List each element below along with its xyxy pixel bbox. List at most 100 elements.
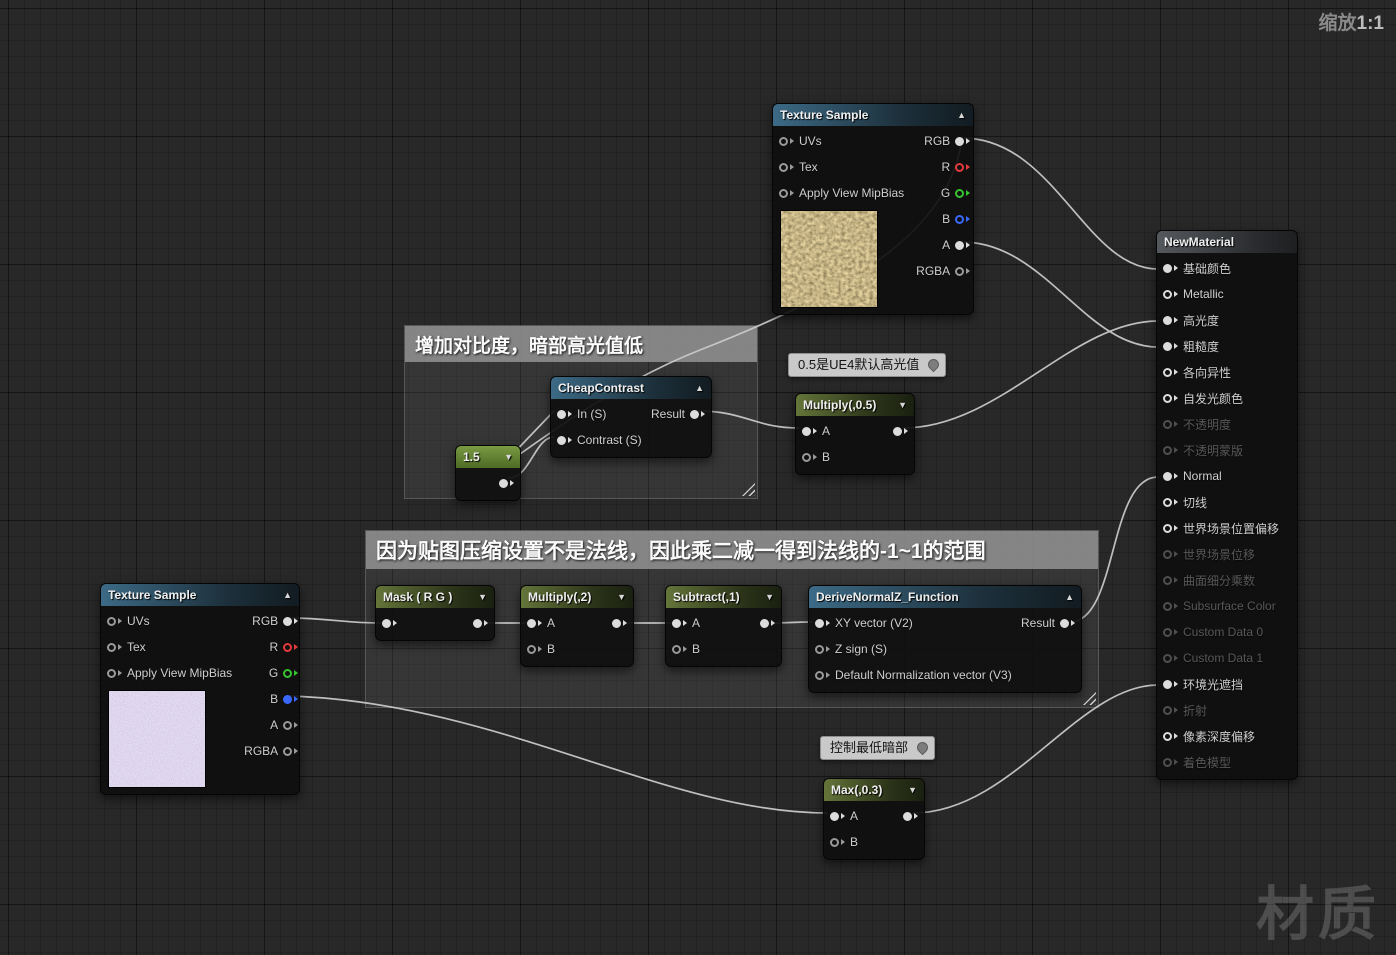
node-mask-rg[interactable]: Mask ( R G ) ▼: [375, 585, 495, 641]
b-output-pin-icon[interactable]: [955, 214, 971, 224]
node-texture-sample-top[interactable]: Texture Sample ▲ UVs Tex Apply View MipB…: [772, 103, 974, 315]
contrast-input-pin-icon[interactable]: [557, 435, 572, 445]
node-header[interactable]: NewMaterial: [1157, 231, 1297, 253]
tangent-pin-icon[interactable]: [1163, 497, 1178, 507]
node-derive-normalz-function[interactable]: DeriveNormalZ_Function ▲ XY vector (V2) …: [808, 585, 1082, 693]
uvs-input-pin-icon[interactable]: [107, 616, 122, 626]
b-input-pin-icon[interactable]: [802, 452, 817, 462]
node-header[interactable]: Subtract(,1) ▼: [666, 586, 781, 608]
rgb-output-pin-icon[interactable]: [955, 136, 971, 146]
comment-bubble-specular[interactable]: 0.5是UE4默认高光值: [788, 353, 947, 377]
emissive-pin-icon[interactable]: [1163, 393, 1178, 403]
result-output-pin-icon[interactable]: [690, 409, 705, 419]
metallic-pin-icon[interactable]: [1163, 289, 1178, 299]
node-header[interactable]: Texture Sample ▲: [101, 584, 299, 606]
material-graph-canvas[interactable]: 增加对比度，暗部高光值低 因为贴图压缩设置不是法线，因此乘二减一得到法线的-1~…: [0, 0, 1396, 955]
r-output-pin-icon[interactable]: [955, 162, 971, 172]
a-output-pin-icon[interactable]: [283, 720, 299, 730]
tessellation-multiplier-pin-icon[interactable]: [1163, 575, 1178, 585]
comment-bubble-ao[interactable]: 控制最低暗部: [820, 736, 936, 760]
a-output-pin-icon[interactable]: [955, 240, 971, 250]
rgba-output-pin-icon[interactable]: [283, 746, 299, 756]
mipbias-input-pin-icon[interactable]: [107, 668, 122, 678]
a-input-pin-icon[interactable]: [802, 426, 817, 436]
normal-pin-icon[interactable]: [1163, 471, 1178, 481]
a-input-pin-icon[interactable]: [527, 618, 542, 628]
anisotropy-pin-icon[interactable]: [1163, 367, 1178, 377]
uvs-input-pin-icon[interactable]: [779, 136, 794, 146]
node-texture-sample-bottom[interactable]: Texture Sample ▲ UVs Tex Apply View MipB…: [100, 583, 300, 795]
result-output-pin-icon[interactable]: [903, 811, 918, 821]
expand-arrow-icon[interactable]: ▼: [504, 452, 513, 462]
custom-data-0-pin-icon[interactable]: [1163, 627, 1178, 637]
r-output-pin-icon[interactable]: [283, 642, 299, 652]
tex-input-pin-icon[interactable]: [107, 642, 122, 652]
world-displacement-pin-icon[interactable]: [1163, 549, 1178, 559]
node-header[interactable]: Max(,0.3) ▼: [824, 779, 924, 801]
custom-data-1-pin-icon[interactable]: [1163, 653, 1178, 663]
node-header[interactable]: CheapContrast ▲: [551, 377, 711, 399]
expand-arrow-icon[interactable]: ▼: [617, 592, 626, 602]
a-input-pin-icon[interactable]: [830, 811, 845, 821]
node-multiply-two[interactable]: Multiply(,2) ▼ A B: [520, 585, 634, 667]
output-pin-icon[interactable]: [473, 618, 488, 628]
collapse-arrow-icon[interactable]: ▲: [695, 383, 704, 393]
node-multiply-half[interactable]: Multiply(,0.5) ▼ A B: [795, 393, 915, 475]
collapse-arrow-icon[interactable]: ▲: [283, 590, 292, 600]
comment-title[interactable]: 因为贴图压缩设置不是法线，因此乘二减一得到法线的-1~1的范围: [366, 531, 1098, 569]
result-output-pin-icon[interactable]: [760, 618, 775, 628]
xy-vector-input-pin-icon[interactable]: [815, 618, 830, 628]
g-output-pin-icon[interactable]: [283, 668, 299, 678]
default-normalization-input-pin-icon[interactable]: [815, 670, 830, 680]
comment-title[interactable]: 增加对比度，暗部高光值低: [405, 326, 757, 362]
in-signal-pin-icon[interactable]: [557, 409, 572, 419]
result-output-pin-icon[interactable]: [612, 618, 627, 628]
node-subtract-one[interactable]: Subtract(,1) ▼ A B: [665, 585, 782, 667]
z-sign-input-pin-icon[interactable]: [815, 644, 830, 654]
pushpin-icon[interactable]: [926, 356, 942, 373]
roughness-pin-icon[interactable]: [1163, 341, 1178, 351]
expand-arrow-icon[interactable]: ▼: [898, 400, 907, 410]
node-new-material[interactable]: NewMaterial 基础颜色 Metallic 高光度 粗糙度 各向异性 自…: [1156, 230, 1298, 780]
node-header[interactable]: DeriveNormalZ_Function ▲: [809, 586, 1081, 608]
expand-arrow-icon[interactable]: ▼: [765, 592, 774, 602]
input-pin-icon[interactable]: [382, 618, 397, 628]
node-max[interactable]: Max(,0.3) ▼ A B: [823, 778, 925, 860]
opacity-pin-icon[interactable]: [1163, 419, 1178, 429]
node-constant-1-5[interactable]: 1.5 ▼: [455, 445, 521, 501]
ambient-occlusion-pin-icon[interactable]: [1163, 679, 1178, 689]
resize-handle-icon[interactable]: [742, 483, 755, 496]
collapse-arrow-icon[interactable]: ▲: [1065, 592, 1074, 602]
b-input-pin-icon[interactable]: [830, 837, 845, 847]
node-header[interactable]: Multiply(,2) ▼: [521, 586, 633, 608]
node-header[interactable]: Multiply(,0.5) ▼: [796, 394, 914, 416]
b-input-pin-icon[interactable]: [672, 644, 687, 654]
tex-input-pin-icon[interactable]: [779, 162, 794, 172]
resize-handle-icon[interactable]: [1083, 692, 1096, 705]
base-color-pin-icon[interactable]: [1163, 263, 1178, 273]
b-output-pin-icon[interactable]: [283, 694, 299, 704]
node-header[interactable]: 1.5 ▼: [456, 446, 520, 468]
expand-arrow-icon[interactable]: ▼: [908, 785, 917, 795]
specular-pin-icon[interactable]: [1163, 315, 1178, 325]
pushpin-icon[interactable]: [914, 739, 931, 756]
world-position-offset-pin-icon[interactable]: [1163, 523, 1178, 533]
node-header[interactable]: Mask ( R G ) ▼: [376, 586, 494, 608]
expand-arrow-icon[interactable]: ▼: [478, 592, 487, 602]
opacity-mask-pin-icon[interactable]: [1163, 445, 1178, 455]
node-cheapcontrast[interactable]: CheapContrast ▲ In (S) Result Contrast (…: [550, 376, 712, 458]
result-output-pin-icon[interactable]: [893, 426, 908, 436]
rgb-output-pin-icon[interactable]: [283, 616, 299, 626]
result-output-pin-icon[interactable]: [1060, 618, 1075, 628]
collapse-arrow-icon[interactable]: ▲: [957, 110, 966, 120]
mipbias-input-pin-icon[interactable]: [779, 188, 794, 198]
shading-model-pin-icon[interactable]: [1163, 757, 1178, 767]
pixel-depth-offset-pin-icon[interactable]: [1163, 731, 1178, 741]
a-input-pin-icon[interactable]: [672, 618, 687, 628]
rgba-output-pin-icon[interactable]: [955, 266, 971, 276]
subsurface-color-pin-icon[interactable]: [1163, 601, 1178, 611]
value-output-pin-icon[interactable]: [499, 478, 514, 488]
b-input-pin-icon[interactable]: [527, 644, 542, 654]
g-output-pin-icon[interactable]: [955, 188, 971, 198]
refraction-pin-icon[interactable]: [1163, 705, 1178, 715]
